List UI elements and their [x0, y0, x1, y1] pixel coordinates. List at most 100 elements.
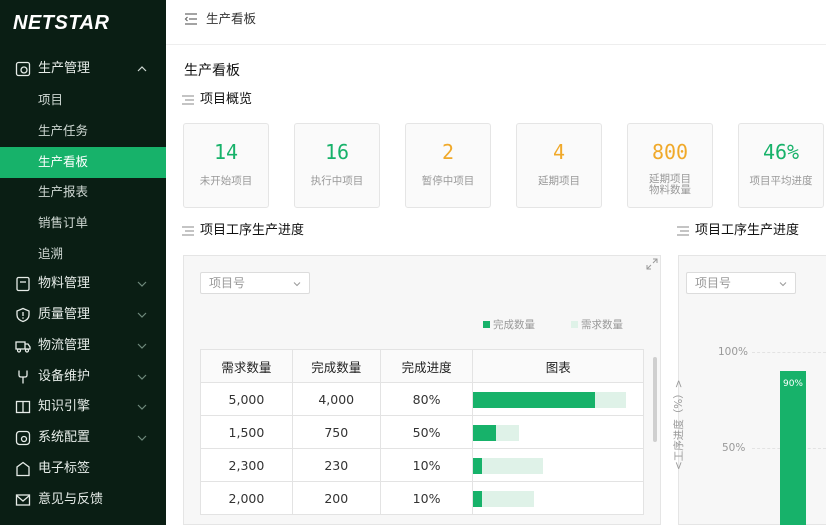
stat-label: 延期项目物料数量 — [649, 173, 691, 196]
chevron-down-icon — [137, 281, 147, 287]
table-row[interactable]: 5,000 4,000 80% — [200, 382, 644, 416]
table-cell: 2,300 — [200, 448, 293, 482]
nav-group-equipment[interactable]: 设备维护 — [0, 362, 166, 393]
nav-label: 设备维护 — [38, 369, 91, 384]
section-title-text: 项目工序生产进度 — [695, 223, 800, 238]
nav-label: 质量管理 — [38, 307, 91, 322]
stat-value: 46% — [762, 140, 800, 164]
nav-group-production[interactable]: 生产管理 — [0, 54, 166, 85]
chevron-down-icon — [137, 435, 147, 441]
progress-chart-cell — [472, 382, 644, 416]
table-row[interactable]: 1,500 750 50% — [200, 415, 644, 449]
sidebar-item-production-board[interactable]: 生产看板 — [0, 147, 166, 178]
column-header: 完成进度 — [379, 349, 474, 383]
production-icon — [15, 61, 31, 77]
stat-value: 14 — [213, 140, 239, 164]
nav-group-material[interactable]: 物料管理 — [0, 269, 166, 300]
table-scrollbar[interactable] — [653, 357, 657, 442]
required-bar — [473, 491, 535, 507]
column-header: 需求数量 — [200, 349, 293, 383]
table-cell: 750 — [291, 415, 381, 449]
table-cell: 1,500 — [200, 415, 293, 449]
nav-group-system[interactable]: 系统配置 — [0, 423, 166, 454]
list-icon — [677, 226, 689, 236]
stat-card: 4 延期项目 — [516, 123, 602, 208]
nav-label: 知识引擎 — [38, 399, 91, 414]
progress-chart-cell — [472, 415, 644, 449]
section-title-progress-chart: 项目工序生产进度 — [677, 222, 800, 240]
nav-label: 物流管理 — [38, 338, 91, 353]
top-bar: 生产看板 — [166, 0, 826, 45]
table-cell: 80% — [379, 382, 474, 416]
project-select[interactable]: 项目号 — [200, 272, 310, 294]
progress-table: 需求数量 完成数量 完成进度 图表 5,000 4,000 80% 1,500 750 5… — [200, 349, 644, 515]
material-icon — [16, 276, 30, 292]
table-cell: 50% — [379, 415, 474, 449]
brand-logo: NETSTAR — [13, 12, 110, 34]
progress-chart-cell — [472, 448, 644, 482]
done-bar — [473, 491, 483, 507]
nav-group-logistics[interactable]: 物流管理 — [0, 331, 166, 362]
section-title-text: 项目工序生产进度 — [200, 223, 305, 238]
stat-card: 800 延期项目物料数量 — [627, 123, 713, 208]
stat-label: 延期项目 — [538, 175, 580, 187]
tag-icon — [16, 461, 30, 477]
table-cell: 4,000 — [291, 382, 381, 416]
select-placeholder: 项目号 — [209, 276, 246, 290]
list-icon — [182, 95, 194, 105]
expand-icon[interactable] — [646, 258, 658, 270]
done-bar — [473, 458, 483, 474]
chevron-up-icon — [137, 66, 147, 72]
sidebar-item-sales-order[interactable]: 销售订单 — [0, 208, 166, 239]
nav-group-feedback[interactable]: 意见与反馈 — [0, 485, 166, 516]
nav-group-knowledge[interactable]: 知识引擎 — [0, 392, 166, 423]
stat-value: 2 — [441, 140, 455, 164]
progress-bar — [780, 371, 806, 525]
stat-card: 46% 项目平均进度 — [738, 123, 824, 208]
section-title-overview: 项目概览 — [182, 91, 253, 109]
sidebar-item-production-report[interactable]: 生产报表 — [0, 177, 166, 208]
progress-chart-cell — [472, 481, 644, 515]
project-select-chart[interactable]: 项目号 — [686, 272, 796, 294]
y-tick-label: 100% — [718, 346, 749, 358]
nav-label: 生产管理 — [38, 61, 91, 76]
nav-group-quality[interactable]: 质量管理 — [0, 300, 166, 331]
chevron-down-icon — [779, 282, 787, 287]
legend-required: 需求数量 — [571, 318, 623, 332]
menu-fold-icon[interactable] — [184, 12, 198, 26]
truck-icon — [15, 341, 31, 353]
bar-value-label: 90% — [782, 379, 803, 389]
sidebar-item-trace[interactable]: 追溯 — [0, 239, 166, 270]
select-placeholder: 项目号 — [695, 276, 732, 290]
done-bar — [473, 392, 596, 408]
table-cell: 230 — [291, 448, 381, 482]
table-cell: 10% — [379, 481, 474, 515]
stat-card: 2 暂停中项目 — [405, 123, 491, 208]
required-bar — [473, 458, 544, 474]
nav-label: 电子标签 — [38, 461, 91, 476]
gridline — [752, 352, 826, 353]
y-axis-label: <工序进度（%）> — [673, 379, 685, 470]
stat-value: 800 — [651, 140, 689, 164]
stat-value: 4 — [552, 140, 566, 164]
stat-card: 14 未开始项目 — [183, 123, 269, 208]
sidebar: NETSTAR 生产管理 项目 生产任务 生产看板 生产报表 销售订单 追溯 物… — [0, 0, 166, 525]
breadcrumb: 生产看板 — [206, 11, 257, 26]
chevron-down-icon — [293, 282, 301, 287]
column-header: 完成数量 — [291, 349, 381, 383]
table-cell: 10% — [379, 448, 474, 482]
nav-group-etag[interactable]: 电子标签 — [0, 454, 166, 485]
table-row[interactable]: 2,000 200 10% — [200, 481, 644, 515]
stat-label: 暂停中项目 — [421, 175, 475, 187]
legend-done: 完成数量 — [483, 318, 535, 332]
sidebar-item-production-task[interactable]: 生产任务 — [0, 116, 166, 147]
done-bar — [473, 425, 497, 441]
table-cell: 2,000 — [200, 481, 293, 515]
legend-label: 需求数量 — [581, 319, 623, 331]
sidebar-item-project[interactable]: 项目 — [0, 85, 166, 116]
section-title-text: 项目概览 — [200, 92, 253, 107]
table-row[interactable]: 2,300 230 10% — [200, 448, 644, 482]
legend-label: 完成数量 — [493, 319, 535, 331]
section-title-progress-table: 项目工序生产进度 — [182, 222, 305, 240]
chevron-down-icon — [137, 312, 147, 318]
